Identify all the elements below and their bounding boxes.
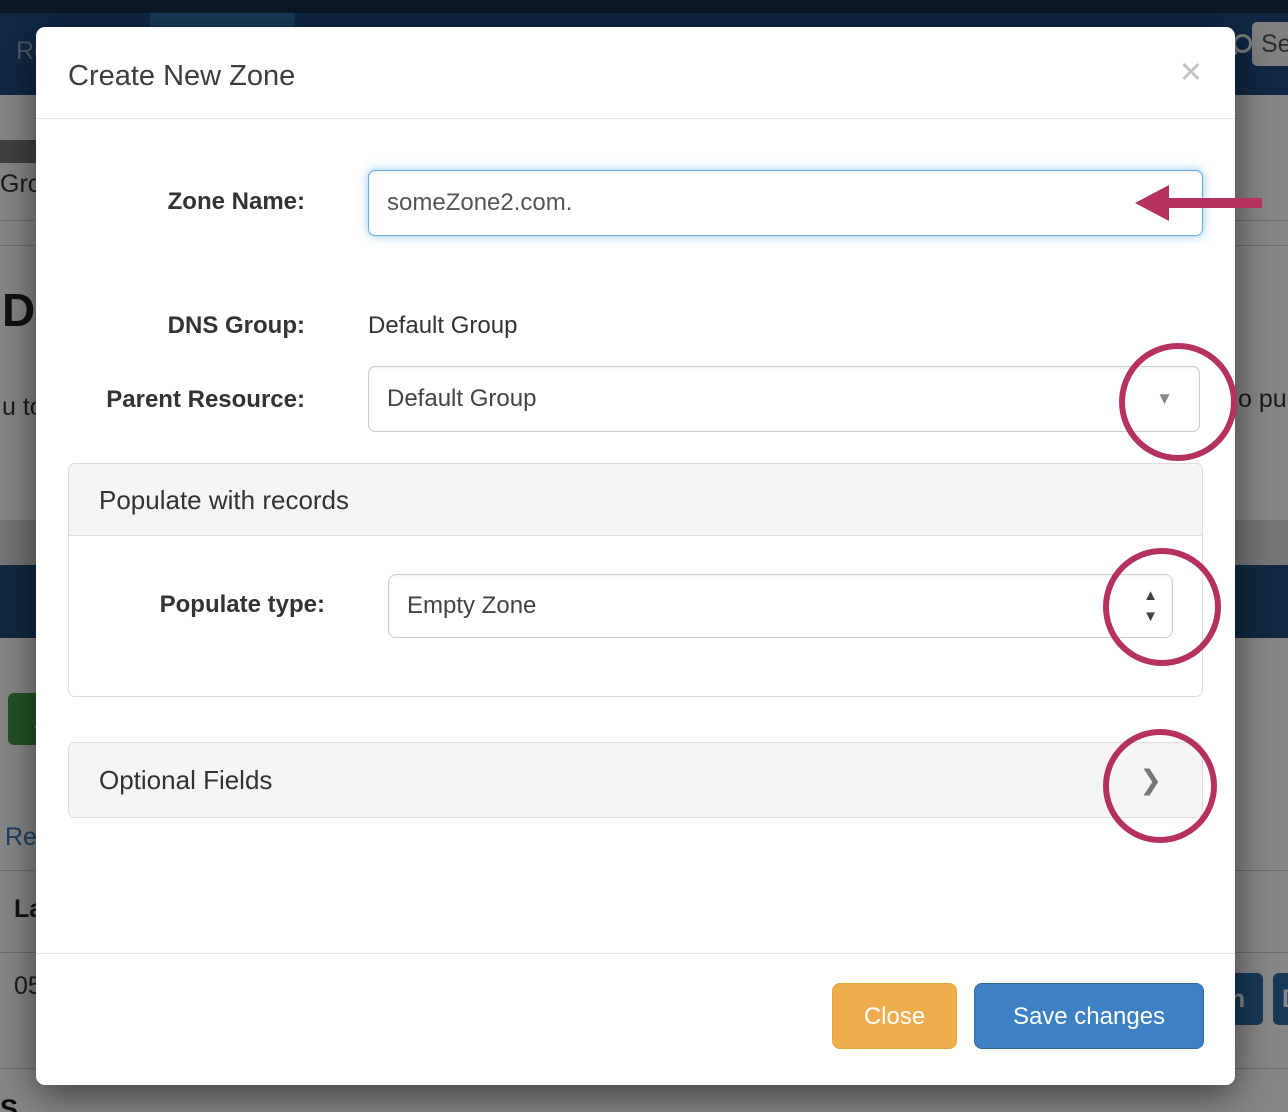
annotation-circle-populate-type — [1103, 548, 1221, 666]
populate-type-value: Empty Zone — [407, 592, 536, 619]
save-changes-button[interactable]: Save changes — [974, 983, 1204, 1049]
parent-resource-value: Default Group — [387, 385, 536, 412]
dns-group-value: Default Group — [368, 312, 517, 340]
parent-resource-label: Parent Resource: — [36, 386, 305, 414]
annotation-circle-optional-fields — [1103, 729, 1217, 843]
modal-title: Create New Zone — [68, 60, 295, 93]
optional-fields-toggle[interactable]: Optional Fields ❯ — [68, 742, 1203, 818]
parent-resource-select[interactable]: Default Group ▼ — [368, 366, 1200, 432]
populate-type-label: Populate type: — [69, 591, 325, 619]
header-divider — [36, 118, 1235, 119]
close-button[interactable]: Close — [832, 983, 957, 1049]
zone-name-input[interactable] — [368, 170, 1203, 236]
populate-type-select[interactable]: Empty Zone ▲ ▼ — [388, 574, 1173, 638]
populate-panel: Populate with records Populate type: Emp… — [68, 463, 1203, 697]
zone-name-label: Zone Name: — [36, 188, 305, 216]
dns-group-label: DNS Group: — [36, 312, 305, 340]
annotation-circle-parent-resource — [1119, 343, 1237, 461]
screen: Re Sea Gro DS u to o pu A Re La 05 h D S… — [0, 0, 1288, 1112]
optional-fields-label: Optional Fields — [99, 765, 272, 795]
populate-panel-heading: Populate with records — [69, 464, 1202, 536]
annotation-arrow-icon — [1135, 185, 1169, 221]
close-icon[interactable]: ✕ — [1179, 55, 1203, 90]
create-zone-modal: Create New Zone ✕ Zone Name: DNS Group: … — [36, 27, 1235, 1085]
footer-divider — [36, 953, 1235, 954]
annotation-arrow-shaft — [1165, 198, 1262, 208]
